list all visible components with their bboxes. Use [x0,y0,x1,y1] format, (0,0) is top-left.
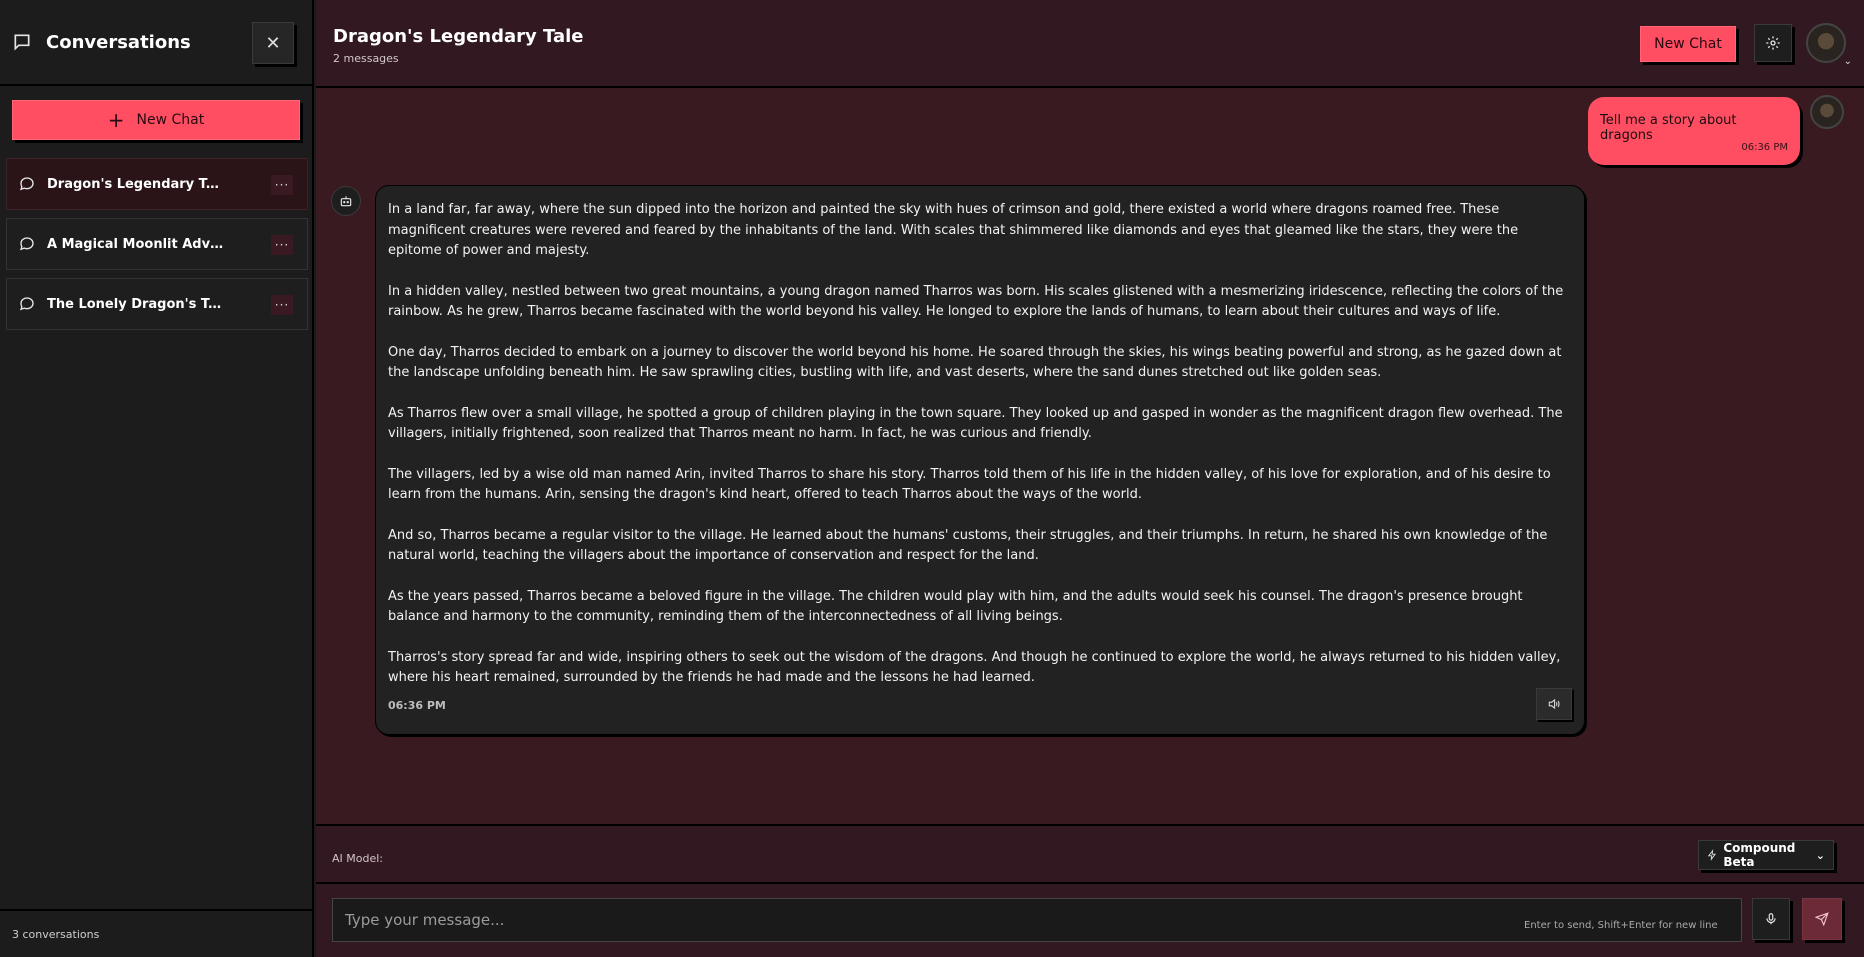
model-bar: AI Model: Compound Beta ⌄ [316,824,1864,884]
model-label: AI Model: [332,852,383,865]
message-paragraph: In a land far, far away, where the sun d… [388,202,1519,258]
message-paragraph: In a hidden valley, nestled between two … [388,283,1564,320]
sidebar-header: Conversations ✕ [0,0,312,86]
conversation-item[interactable]: Dragon's Legendary Tal... ··· [6,158,308,210]
composer-hint: Enter to send, Shift+Enter for new line [1524,920,1718,931]
new-chat-label: New Chat [136,112,205,128]
chat-bubble-icon [19,297,34,311]
message-paragraph: And so, Tharros became a regular visitor… [388,527,1548,564]
send-icon [1815,912,1829,926]
message-paragraph: As the years passed, Tharros became a be… [388,588,1523,625]
mic-button[interactable] [1752,898,1790,940]
model-select-value: Compound Beta [1723,841,1796,869]
close-sidebar-button[interactable]: ✕ [252,22,294,64]
speaker-icon [1548,698,1560,710]
page-title: Dragon's Legendary Tale [333,26,584,47]
model-select[interactable]: Compound Beta ⌄ [1698,840,1834,870]
avatar [1810,95,1844,129]
conversation-title: The Lonely Dragon's Ta... [47,296,227,312]
new-chat-button-sidebar[interactable]: + New Chat [12,100,300,140]
conversation-item[interactable]: The Lonely Dragon's Ta... ··· [6,278,308,330]
chat-bubble-icon [14,34,30,51]
conversation-item[interactable]: A Magical Moonlit Adve... ··· [6,218,308,270]
message-paragraph: The villagers, led by a wise old man nam… [388,466,1551,503]
send-button[interactable] [1802,898,1842,940]
message-paragraph: Tharros's story spread far and wide, ins… [388,649,1561,686]
sidebar: Conversations ✕ + New Chat Dragon's Lege… [0,0,314,957]
chevron-down-icon: ⌄ [1815,848,1825,862]
assistant-message: In a land far, far away, where the sun d… [375,185,1585,735]
mic-icon [1766,913,1776,925]
user-avatar-menu[interactable]: ⌄ [1806,23,1852,67]
user-message: Tell me a story about dragons 06:36 PM [1588,97,1800,165]
user-message-text: Tell me a story about dragons [1600,113,1737,143]
plus-icon: + [107,108,125,132]
conversation-list: Dragon's Legendary Tal... ··· A Magical … [6,158,308,338]
sidebar-title: Conversations [46,31,191,53]
chat-header: Dragon's Legendary Tale 2 messages New C… [316,0,1864,88]
composer: Enter to send, Shift+Enter for new line [316,884,1864,957]
user-message-time: 06:36 PM [1741,142,1788,153]
chevron-down-icon: ⌄ [1843,56,1852,67]
more-options-button[interactable]: ··· [271,235,293,255]
settings-button[interactable] [1754,24,1792,62]
more-options-button[interactable]: ··· [271,175,293,195]
conversation-title: A Magical Moonlit Adve... [47,236,227,252]
conversation-count: 3 conversations [0,909,312,957]
message-paragraph: As Tharros flew over a small village, he… [388,405,1563,442]
read-aloud-button[interactable] [1536,688,1572,720]
conversation-title: Dragon's Legendary Tal... [47,176,227,192]
chat-bubble-icon [19,177,34,191]
bolt-icon [1707,849,1717,861]
gear-icon [1766,36,1780,50]
assistant-message-time: 06:36 PM [388,699,446,712]
message-paragraph: One day, Tharros decided to embark on a … [388,344,1562,381]
chat-bubble-icon [19,237,34,251]
more-options-button[interactable]: ··· [271,295,293,315]
message-count: 2 messages [333,52,399,65]
close-icon: ✕ [265,32,281,54]
bot-icon [331,186,361,216]
new-chat-button[interactable]: New Chat [1640,26,1736,62]
chat-main: Dragon's Legendary Tale 2 messages New C… [316,0,1864,957]
